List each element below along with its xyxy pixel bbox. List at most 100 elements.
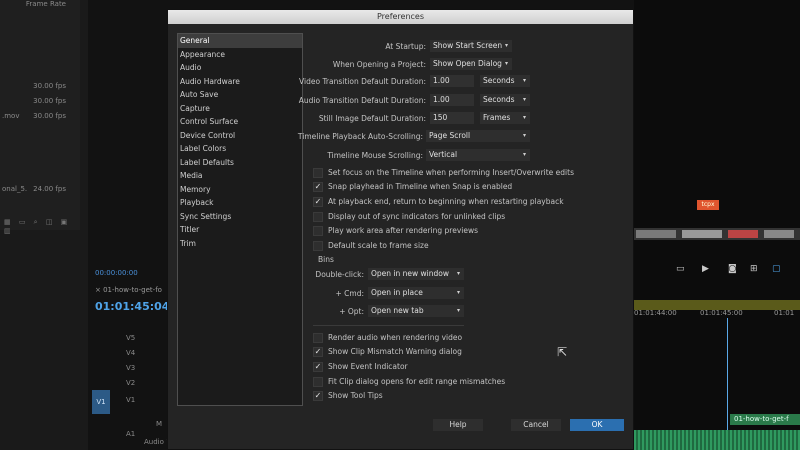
checkbox[interactable] [313, 377, 323, 387]
checkmark-icon[interactable]: ✓ [313, 362, 323, 372]
cmd-label: + Cmd: [335, 289, 365, 298]
checkbox[interactable] [313, 168, 323, 178]
category-capture[interactable]: Capture [178, 102, 302, 116]
help-button[interactable]: Help [433, 419, 483, 431]
program-monitor-background [634, 0, 800, 450]
auto-scrolling-dropdown[interactable]: Page Scroll ▾ [426, 130, 530, 142]
checkbox-clip-mismatch[interactable]: ✓ Show Clip Mismatch Warning dialog [313, 346, 462, 357]
category-memory[interactable]: Memory [178, 183, 302, 197]
timeline-clip[interactable]: 01-how-to-get-f [730, 414, 800, 425]
chevron-down-icon: ▾ [504, 42, 508, 49]
play-icon[interactable]: ▶ [702, 264, 709, 274]
ruler-times: 01:01:44:00 01:01:45:00 01:01 [634, 309, 795, 317]
project-row-fps: 30.00 fps [33, 82, 66, 90]
captions-icon[interactable]: ▢ [772, 264, 781, 274]
checkbox-out-of-sync[interactable]: Display out of sync indicators for unlin… [313, 211, 505, 222]
checkbox-fit-clip[interactable]: Fit Clip dialog opens for edit range mis… [313, 376, 505, 387]
project-row-fps: 30.00 fps [33, 112, 66, 120]
category-list[interactable]: General Appearance Audio Audio Hardware … [177, 33, 303, 406]
mouse-cursor-icon: ⇱ [557, 345, 568, 359]
category-trim[interactable]: Trim [178, 237, 302, 251]
checkbox-focus-timeline[interactable]: Set focus on the Timeline when performin… [313, 167, 574, 178]
marker [764, 230, 794, 238]
safe-margins-icon[interactable]: ▭ [676, 264, 685, 274]
checkbox[interactable] [313, 212, 323, 222]
video-transition-unit-dropdown[interactable]: Seconds ▾ [480, 75, 530, 87]
chevron-down-icon: ▾ [522, 132, 526, 139]
double-click-dropdown[interactable]: Open in new window ▾ [368, 268, 464, 280]
project-toolbar-icons[interactable]: ▦ ▭ ⌕ ◫ ▣ ▥ [4, 218, 80, 235]
checkbox-play-work-area[interactable]: Play work area after rendering previews [313, 225, 478, 236]
checkbox-render-audio[interactable]: Render audio when rendering video [313, 332, 462, 343]
chevron-down-icon: ▾ [522, 96, 526, 103]
settings-icon[interactable]: ⊞ [750, 264, 758, 274]
cmd-dropdown[interactable]: Open in place ▾ [368, 287, 464, 299]
category-auto-save[interactable]: Auto Save [178, 88, 302, 102]
mouse-scrolling-label: Timeline Mouse Scrolling: [327, 151, 423, 160]
source-timecode: 00:00:00:00 [95, 269, 138, 277]
when-opening-dropdown[interactable]: Show Open Dialog ▾ [430, 58, 512, 70]
video-transition-label: Video Transition Default Duration: [299, 77, 426, 86]
category-audio-hardware[interactable]: Audio Hardware [178, 75, 302, 89]
category-general[interactable]: General [178, 34, 302, 48]
category-control-surface[interactable]: Control Surface [178, 115, 302, 129]
sequence-tab[interactable]: × 01-how-to-get-fo [95, 286, 162, 294]
category-playback[interactable]: Playback [178, 196, 302, 210]
checkbox[interactable] [313, 333, 323, 343]
track-header-v5[interactable]: V5 [92, 332, 168, 345]
preferences-dialog: Preferences General Appearance Audio Aud… [167, 9, 634, 450]
track-header-v2[interactable]: V2 [92, 377, 168, 390]
chevron-down-icon: ▾ [504, 60, 508, 67]
bins-divider [313, 325, 464, 326]
when-opening-label: When Opening a Project: [332, 60, 426, 69]
still-image-unit-dropdown[interactable]: Frames ▾ [480, 112, 530, 124]
checkmark-icon[interactable]: ✓ [313, 391, 323, 401]
track-header-v4[interactable]: V4 [92, 347, 168, 360]
chevron-down-icon: ▾ [456, 307, 460, 314]
dialog-title: Preferences [168, 10, 633, 24]
cancel-button[interactable]: Cancel [511, 419, 561, 431]
category-appearance[interactable]: Appearance [178, 48, 302, 62]
audio-transition-unit-dropdown[interactable]: Seconds ▾ [480, 94, 530, 106]
checkbox-snap-playhead[interactable]: ✓ Snap playhead in Timeline when Snap is … [313, 181, 512, 192]
mouse-scrolling-dropdown[interactable]: Vertical ▾ [426, 149, 530, 161]
chevron-down-icon: ▾ [522, 114, 526, 121]
opt-dropdown[interactable]: Open new tab ▾ [368, 305, 464, 317]
chevron-down-icon: ▾ [456, 289, 460, 296]
track-header-v3[interactable]: V3 [92, 362, 168, 375]
checkbox[interactable] [313, 241, 323, 251]
marker-label: tcpx [697, 200, 719, 210]
video-transition-input[interactable]: 1.00 [430, 75, 474, 87]
checkmark-icon[interactable]: ✓ [313, 347, 323, 357]
opt-label: + Opt: [339, 307, 364, 316]
checkbox-return-to-beginning[interactable]: ✓ At playback end, return to beginning wh… [313, 196, 564, 207]
chevron-down-icon: ▾ [522, 77, 526, 84]
track-header-v1[interactable]: V1 V1 [92, 390, 168, 414]
at-startup-dropdown[interactable]: Show Start Screen ▾ [430, 40, 512, 52]
checkmark-icon[interactable]: ✓ [313, 182, 323, 192]
category-titler[interactable]: Titler [178, 223, 302, 237]
checkbox-tool-tips[interactable]: ✓ Show Tool Tips [313, 390, 383, 401]
ok-button[interactable]: OK [570, 419, 624, 431]
audio-transition-input[interactable]: 1.00 [430, 94, 474, 106]
checkbox-default-scale[interactable]: Default scale to frame size [313, 240, 429, 251]
chevron-down-icon: ▾ [522, 151, 526, 158]
still-image-input[interactable]: 150 [430, 112, 474, 124]
timeline-timecode[interactable]: 01:01:45:04 [95, 300, 169, 313]
marker [682, 230, 722, 238]
checkbox[interactable] [313, 226, 323, 236]
marker [728, 230, 758, 238]
audio-transition-label: Audio Transition Default Duration: [298, 96, 426, 105]
category-media[interactable]: Media [178, 169, 302, 183]
category-sync-settings[interactable]: Sync Settings [178, 210, 302, 224]
double-click-label: Double-click: [315, 270, 364, 279]
frame-rate-header: Frame Rate [25, 0, 66, 8]
checkmark-icon[interactable]: ✓ [313, 197, 323, 207]
bins-heading: Bins [318, 255, 334, 264]
checkbox-event-indicator[interactable]: ✓ Show Event Indicator [313, 361, 408, 372]
chevron-down-icon: ▾ [456, 270, 460, 277]
at-startup-label: At Startup: [385, 42, 426, 51]
marker [636, 230, 676, 238]
export-frame-icon[interactable]: ◙ [728, 264, 737, 274]
category-audio[interactable]: Audio [178, 61, 302, 75]
